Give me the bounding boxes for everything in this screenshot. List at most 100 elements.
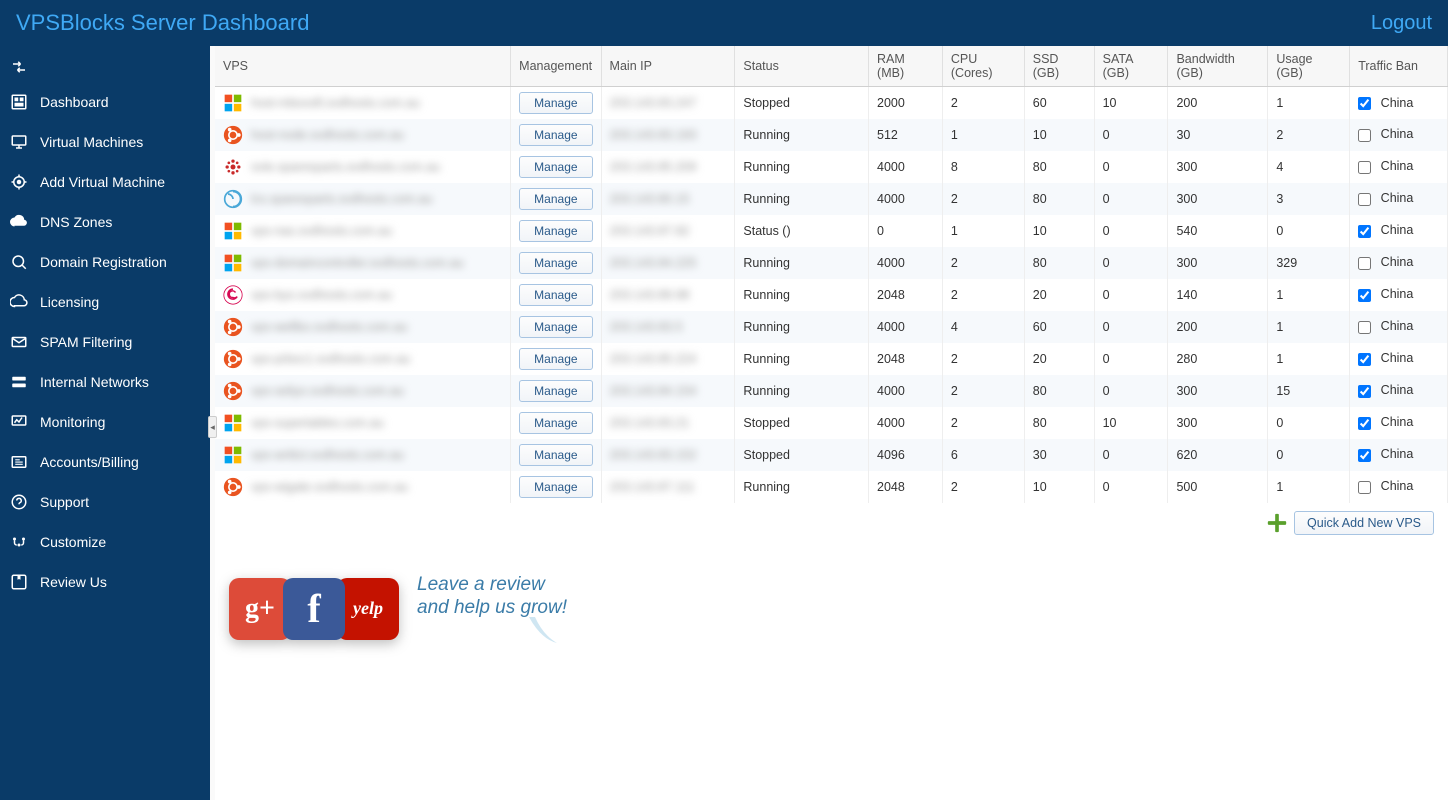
vps-hostname: svte.sparesparts.svdhosts.com.au: [251, 160, 440, 174]
manage-button[interactable]: Manage: [519, 252, 592, 274]
sidebar-item-spam[interactable]: SPAM Filtering: [0, 322, 210, 362]
traffic-ban-checkbox[interactable]: [1358, 129, 1371, 142]
sidebar-item-add-vm[interactable]: Add Virtual Machine: [0, 162, 210, 202]
vps-hostname: lcs.sparesparts.svdhosts.com.au: [251, 192, 432, 206]
column-header[interactable]: Status: [735, 46, 869, 87]
sidebar-item-dns[interactable]: DNS Zones: [0, 202, 210, 242]
support-icon: [10, 493, 28, 511]
manage-button[interactable]: Manage: [519, 316, 592, 338]
ssd-cell: 10: [1024, 471, 1094, 503]
sidebar-item-support[interactable]: Support: [0, 482, 210, 522]
logout-link[interactable]: Logout: [1371, 12, 1432, 35]
traffic-ban-checkbox[interactable]: [1358, 449, 1371, 462]
column-header[interactable]: VPS: [215, 46, 511, 87]
sata-cell: 0: [1094, 439, 1168, 471]
column-header[interactable]: RAM (MB): [869, 46, 943, 87]
manage-button[interactable]: Manage: [519, 444, 592, 466]
status-cell: Stopped: [735, 407, 869, 439]
vps-hostname: host-node.svdhosts.com.au: [251, 128, 404, 142]
sidebar-item-domain[interactable]: Domain Registration: [0, 242, 210, 282]
traffic-ban-checkbox[interactable]: [1358, 321, 1371, 334]
usage-cell: 1: [1268, 471, 1350, 503]
cpu-cell: 4: [942, 311, 1024, 343]
sata-cell: 10: [1094, 87, 1168, 119]
table-row: vps-wellbo.svdhosts.com.au Manage 203.14…: [215, 311, 1448, 343]
facebook-icon[interactable]: f: [283, 578, 345, 640]
manage-button[interactable]: Manage: [519, 188, 592, 210]
bandwidth-cell: 200: [1168, 311, 1268, 343]
usage-cell: 2: [1268, 119, 1350, 151]
main-ip: 203.143.87.111: [610, 480, 695, 494]
splitter[interactable]: ◂: [210, 46, 215, 800]
bandwidth-cell: 500: [1168, 471, 1268, 503]
status-cell: Running: [735, 183, 869, 215]
sata-cell: 0: [1094, 343, 1168, 375]
traffic-ban-checkbox[interactable]: [1358, 193, 1371, 206]
customize-icon: [10, 533, 28, 551]
traffic-ban-checkbox[interactable]: [1358, 385, 1371, 398]
manage-button[interactable]: Manage: [519, 92, 592, 114]
manage-button[interactable]: Manage: [519, 124, 592, 146]
table-row: vps-seliyo.svdhosts.com.au Manage 203.14…: [215, 375, 1448, 407]
column-header[interactable]: Main IP: [601, 46, 735, 87]
sidebar-item-network[interactable]: Internal Networks: [0, 362, 210, 402]
column-header[interactable]: CPU (Cores): [942, 46, 1024, 87]
traffic-ban-checkbox[interactable]: [1358, 97, 1371, 110]
column-header[interactable]: Usage (GB): [1268, 46, 1350, 87]
column-header[interactable]: Traffic Ban: [1350, 46, 1448, 87]
ssd-cell: 80: [1024, 407, 1094, 439]
quick-add-vps-button[interactable]: Quick Add New VPS: [1294, 511, 1434, 535]
status-cell: Stopped: [735, 439, 869, 471]
ram-cell: 4000: [869, 311, 943, 343]
cpu-cell: 6: [942, 439, 1024, 471]
cpu-cell: 2: [942, 375, 1024, 407]
sidebar-item-billing[interactable]: Accounts/Billing: [0, 442, 210, 482]
sidebar-item-monitor[interactable]: Monitoring: [0, 402, 210, 442]
manage-button[interactable]: Manage: [519, 412, 592, 434]
traffic-ban-checkbox[interactable]: [1358, 481, 1371, 494]
traffic-ban-checkbox[interactable]: [1358, 161, 1371, 174]
traffic-ban-label: China: [1381, 223, 1414, 237]
collapse-toggle[interactable]: [0, 52, 210, 82]
table-row: vps-byo.svdhosts.com.au Manage 203.143.8…: [215, 279, 1448, 311]
manage-button[interactable]: Manage: [519, 156, 592, 178]
column-header[interactable]: Bandwidth (GB): [1168, 46, 1268, 87]
domain-icon: [10, 253, 28, 271]
traffic-ban-checkbox[interactable]: [1358, 353, 1371, 366]
google-plus-icon[interactable]: g+: [229, 578, 291, 640]
manage-button[interactable]: Manage: [519, 476, 592, 498]
ram-cell: 2048: [869, 471, 943, 503]
status-cell: Running: [735, 119, 869, 151]
splitter-handle[interactable]: ◂: [208, 416, 217, 438]
usage-cell: 4: [1268, 151, 1350, 183]
ram-cell: 4000: [869, 247, 943, 279]
usage-cell: 1: [1268, 311, 1350, 343]
sidebar-item-customize[interactable]: Customize: [0, 522, 210, 562]
yelp-icon[interactable]: yelp: [337, 578, 399, 640]
manage-button[interactable]: Manage: [519, 380, 592, 402]
column-header[interactable]: SATA (GB): [1094, 46, 1168, 87]
manage-button[interactable]: Manage: [519, 220, 592, 242]
status-cell: Running: [735, 151, 869, 183]
os-icon: [223, 93, 243, 113]
traffic-ban-checkbox[interactable]: [1358, 225, 1371, 238]
column-header[interactable]: Management: [511, 46, 601, 87]
usage-cell: 0: [1268, 439, 1350, 471]
os-icon: [223, 317, 243, 337]
traffic-ban-checkbox[interactable]: [1358, 417, 1371, 430]
manage-button[interactable]: Manage: [519, 284, 592, 306]
sidebar-item-licensing[interactable]: Licensing: [0, 282, 210, 322]
manage-button[interactable]: Manage: [519, 348, 592, 370]
traffic-ban-checkbox[interactable]: [1358, 257, 1371, 270]
sidebar-item-label: Accounts/Billing: [40, 454, 139, 470]
sidebar-item-review[interactable]: Review Us: [0, 562, 210, 602]
table-row: host-node.svdhosts.com.au Manage 203.143…: [215, 119, 1448, 151]
column-header[interactable]: SSD (GB): [1024, 46, 1094, 87]
spam-icon: [10, 333, 28, 351]
sidebar-item-vm[interactable]: Virtual Machines: [0, 122, 210, 162]
sidebar-item-dashboard[interactable]: Dashboard: [0, 82, 210, 122]
sata-cell: 0: [1094, 151, 1168, 183]
cpu-cell: 8: [942, 151, 1024, 183]
sidebar-item-label: Virtual Machines: [40, 134, 143, 150]
traffic-ban-checkbox[interactable]: [1358, 289, 1371, 302]
